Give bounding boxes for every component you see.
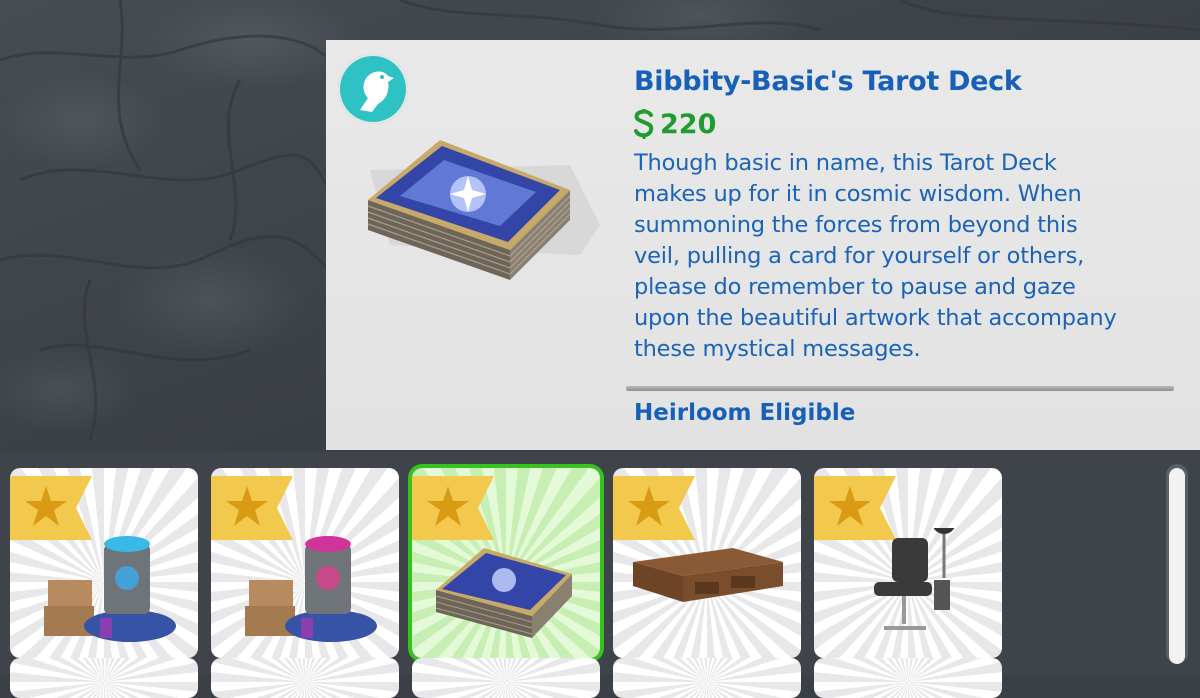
description-line: veil, pulling a card for yourself or oth…: [634, 243, 1085, 269]
item-description: Though basic in name, this Tarot Deck ma…: [634, 148, 1184, 365]
catalog-grid: [0, 452, 1200, 698]
catalog-item-wooden-coffee-table[interactable]: [613, 468, 801, 658]
description-line: these mystical messages.: [634, 336, 921, 362]
catalog-item-teal-cauldron-station[interactable]: [10, 468, 198, 658]
teal-cauldron-station-thumbnail: [44, 536, 176, 642]
catalog-item-row2[interactable]: [814, 658, 1002, 698]
wooden-coffee-table-thumbnail: [633, 548, 783, 602]
scrollbar-thumb[interactable]: [1169, 468, 1185, 664]
simoleon-icon: [632, 108, 656, 140]
catalog-item-tarot-deck[interactable]: [412, 468, 600, 658]
tattoo-chair-thumbnail: [874, 528, 955, 630]
description-line: upon the beautiful artwork that accompan…: [634, 305, 1117, 331]
raven-pack-icon: [338, 54, 408, 124]
catalog-item-pink-cauldron-station[interactable]: [211, 468, 399, 658]
section-divider: [626, 386, 1174, 391]
catalog-item-row2[interactable]: [613, 658, 801, 698]
catalog-scrollbar[interactable]: [1166, 464, 1188, 664]
catalog-item-row2[interactable]: [211, 658, 399, 698]
item-tooltip-panel: Bibbity-Basic's Tarot Deck 220 Though ba…: [326, 40, 1200, 450]
catalog-item-row2[interactable]: [10, 658, 198, 698]
item-price: 220: [660, 108, 717, 140]
catalog-item-tattoo-chair[interactable]: [814, 468, 1002, 658]
item-title: Bibbity-Basic's Tarot Deck: [634, 66, 1022, 97]
description-line: please do remember to pause and gaze: [634, 274, 1076, 300]
tarot-deck-thumbnail: [435, 548, 572, 638]
description-line: summoning the forces from beyond this: [634, 212, 1078, 238]
description-line: Though basic in name, this Tarot Deck: [634, 150, 1057, 176]
tarot-deck-preview: [360, 130, 610, 300]
heirloom-eligible-label: Heirloom Eligible: [634, 400, 856, 426]
catalog-item-row2[interactable]: [412, 658, 600, 698]
price-row: 220: [632, 106, 716, 142]
pink-cauldron-station-thumbnail: [245, 536, 377, 642]
description-line: makes up for it in cosmic wisdom. When: [634, 181, 1082, 207]
